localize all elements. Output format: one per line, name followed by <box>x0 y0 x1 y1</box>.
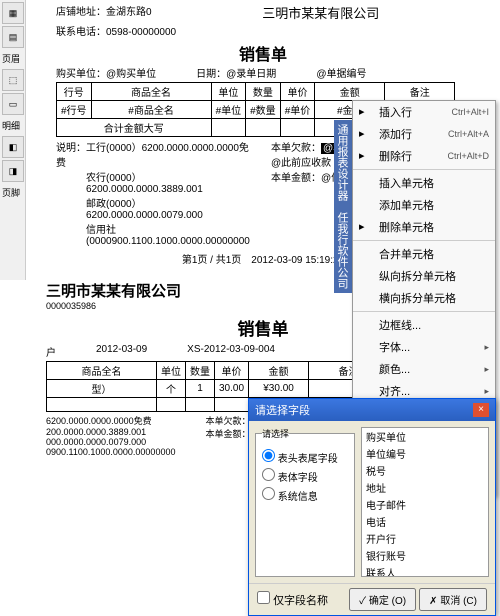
menu-item[interactable]: ▸删除单元格 <box>353 216 495 238</box>
ok-button[interactable]: ✓ 确定 (O) <box>349 588 416 611</box>
list-item[interactable]: 单位编号 <box>362 445 488 462</box>
list-item[interactable]: 地址 <box>362 479 488 496</box>
section-label: 明细 <box>2 119 23 132</box>
list-item[interactable]: 电话 <box>362 513 488 530</box>
menu-item[interactable]: 字体...▸ <box>353 336 495 358</box>
cancel-button[interactable]: ✗ 取消 (C) <box>419 588 487 611</box>
menu-item[interactable]: 插入单元格 <box>353 172 495 194</box>
tool-btn[interactable]: ▤ <box>2 26 24 48</box>
tool-btn[interactable]: ▦ <box>2 2 24 24</box>
field-dialog: 请选择字段 × 请选择 表头表尾字段 表体字段 系统信息 购买单位单位编号税号地… <box>248 398 496 616</box>
menu-item[interactable]: 颜色...▸ <box>353 358 495 380</box>
tool-btn[interactable]: ▭ <box>2 93 24 115</box>
company-header: 三明市某某有限公司 <box>172 3 470 22</box>
menu-item[interactable]: 纵向拆分单元格 <box>353 265 495 287</box>
option-group: 请选择 表头表尾字段 表体字段 系统信息 <box>255 427 355 577</box>
menu-item[interactable]: ▸删除行Ctrl+Alt+D <box>353 145 495 167</box>
list-item[interactable]: 联系人 <box>362 564 488 577</box>
menu-item[interactable]: 添加单元格 <box>353 194 495 216</box>
menu-item[interactable]: 合并单元格 <box>353 243 495 265</box>
product-badge: 通用报表设计器 任我行软件公司 <box>334 120 352 293</box>
list-item[interactable]: 银行账号 <box>362 547 488 564</box>
list-item[interactable]: 税号 <box>362 462 488 479</box>
radio-option[interactable]: 表头表尾字段 <box>262 449 348 465</box>
close-icon[interactable]: × <box>473 403 489 417</box>
menu-item[interactable]: 横向拆分单元格 <box>353 287 495 309</box>
tool-btn[interactable]: ◨ <box>2 160 24 182</box>
section-label: 页脚 <box>2 186 23 199</box>
menu-item[interactable]: ▸插入行Ctrl+Alt+I <box>353 101 495 123</box>
radio-option[interactable]: 表体字段 <box>262 468 348 484</box>
addr-label: 店铺地址： <box>56 7 106 18</box>
addr-value: 金湖东路0 <box>106 7 152 18</box>
tool-btn[interactable]: ⬚ <box>2 69 24 91</box>
checkbox-name-only[interactable]: 仅字段名称 <box>257 591 328 608</box>
field-list[interactable]: 购买单位单位编号税号地址电子邮件电话开户行银行账号联系人手机此前应收款本单欠款累… <box>361 427 489 577</box>
list-item[interactable]: 开户行 <box>362 530 488 547</box>
dialog-titlebar[interactable]: 请选择字段 × <box>249 399 495 421</box>
menu-item[interactable]: ▸添加行Ctrl+Alt+A <box>353 123 495 145</box>
radio-option[interactable]: 系统信息 <box>262 487 348 503</box>
tel-value: 0598-00000000 <box>106 27 176 38</box>
list-item[interactable]: 电子邮件 <box>362 496 488 513</box>
tel-label: 联系电话： <box>56 27 106 38</box>
tool-btn[interactable]: ◧ <box>2 136 24 158</box>
dialog-title: 请选择字段 <box>255 402 310 418</box>
section-label: 页眉 <box>2 52 23 65</box>
menu-item[interactable]: 边框线... <box>353 314 495 336</box>
side-toolbar: ▦ ▤ 页眉 ⬚ ▭ 明细 ◧ ◨ 页脚 <box>0 0 26 280</box>
doc-title: 销售单 <box>26 41 500 65</box>
list-item[interactable]: 购买单位 <box>362 428 488 445</box>
